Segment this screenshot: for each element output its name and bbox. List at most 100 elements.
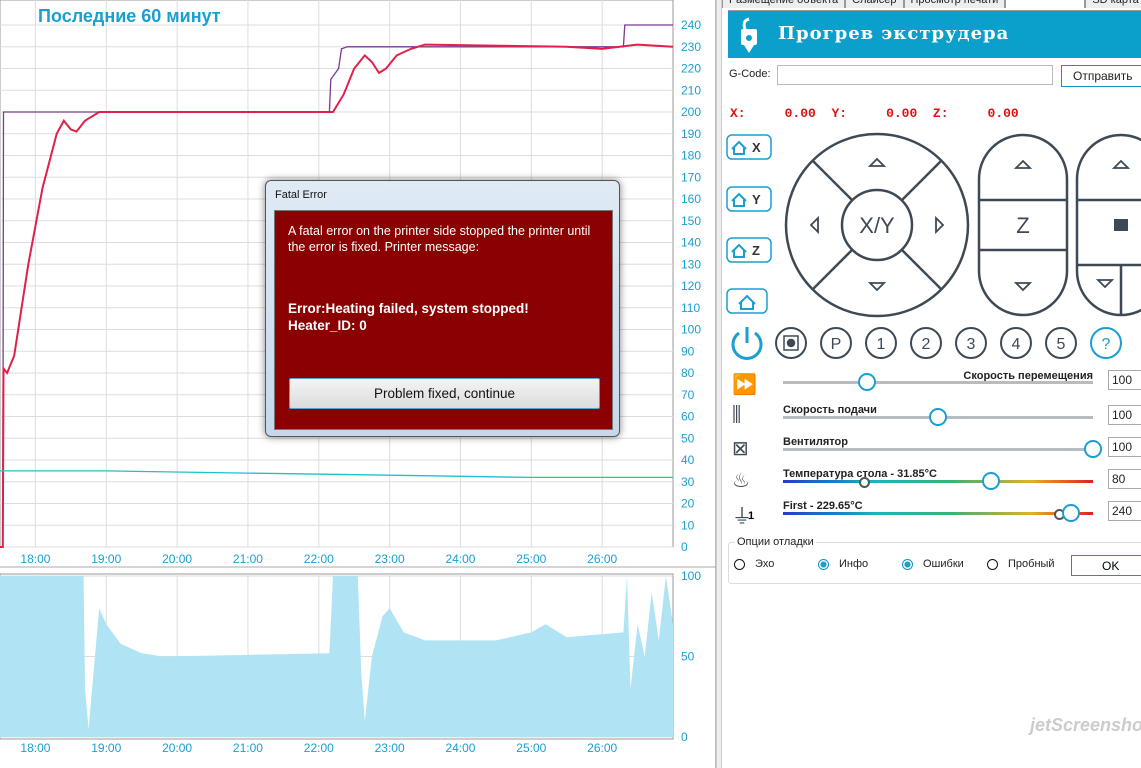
x-tick-label: 24:00 xyxy=(445,552,475,566)
y-tick-label: 120 xyxy=(681,279,701,293)
slider-label: Скорость подачи xyxy=(783,404,877,416)
x-tick-label: 20:00 xyxy=(162,741,192,755)
power-button[interactable] xyxy=(731,327,763,360)
movement-controls: X Y Z X/Y Z P 1 2 3 4 5? xyxy=(726,132,1141,360)
y-tick-label: 20 xyxy=(681,497,695,511)
radio-indicator[interactable] xyxy=(818,558,829,570)
slider-thumb[interactable] xyxy=(857,373,876,391)
watermark-logo: jetScreenshot xyxy=(1030,715,1141,735)
chart-title: Последние 60 минут xyxy=(38,6,221,26)
z-label: Z: xyxy=(932,106,949,121)
slider-row: ⊠ Вентилятор 100 xyxy=(722,434,1141,466)
x-tick-label: 20:00 xyxy=(162,552,192,566)
x-tick-label: 26:00 xyxy=(587,552,617,566)
fatal-error-dialog: Fatal Error A fatal error on the printer… xyxy=(265,180,620,437)
printer-control-panel: Размещение объекта Слайсер Просмотр печа… xyxy=(722,0,1141,768)
problem-fixed-continue-button[interactable]: Problem fixed, continue xyxy=(289,378,600,409)
quick-button-label: 1 xyxy=(877,336,886,353)
slider-track[interactable] xyxy=(783,512,1093,515)
feed-rate-icon: ⫼ xyxy=(732,404,742,426)
quick-button-1[interactable]: 1 xyxy=(865,327,897,359)
y-tick-label: 50 xyxy=(681,431,695,445)
extruder-jog-pad[interactable] xyxy=(1075,133,1141,317)
x-label: X: xyxy=(730,106,746,121)
send-button[interactable]: Отправить xyxy=(1061,65,1141,87)
slider-value-input[interactable]: 100 xyxy=(1108,370,1141,390)
slider-label: Вентилятор xyxy=(783,436,848,448)
tab-object-placement[interactable]: Размещение объекта xyxy=(722,0,846,8)
radio-indicator[interactable] xyxy=(902,558,913,570)
slider-thumb[interactable] xyxy=(929,408,947,426)
debug-option-radio[interactable]: Ошибки xyxy=(902,558,964,570)
tab-printer-control[interactable] xyxy=(1005,0,1086,8)
extruder-index: 1 xyxy=(748,510,755,522)
x-tick-label: 25:00 xyxy=(516,741,546,755)
gcode-input[interactable] xyxy=(777,65,1053,85)
y-tick-label: 160 xyxy=(681,192,701,206)
radio-label: Инфо xyxy=(839,558,869,570)
z-jog-pad[interactable]: Z xyxy=(977,133,1069,317)
slider-track[interactable] xyxy=(783,480,1093,483)
slider-thumb[interactable] xyxy=(981,472,1000,490)
quick-button-P[interactable]: P xyxy=(820,327,852,359)
home-y-button[interactable]: Y xyxy=(726,186,772,212)
quick-button-help[interactable]: ? xyxy=(1090,327,1122,359)
y-tick-label: 100 xyxy=(681,569,701,583)
printer-error-message: Error:Heating failed, system stopped! Hea… xyxy=(288,300,529,334)
tab-slicer[interactable]: Слайсер xyxy=(845,0,904,8)
y-tick-label: 90 xyxy=(681,344,695,358)
slider-value-input[interactable]: 100 xyxy=(1108,437,1141,457)
slider-row: ⫼ Скорость подачи 100 xyxy=(722,402,1141,434)
x-tick-label: 25:00 xyxy=(516,552,546,566)
slider-track[interactable] xyxy=(783,448,1093,451)
slider-value-input[interactable]: 100 xyxy=(1108,405,1141,425)
z-label: Z xyxy=(1016,213,1029,238)
x-value: 0.00 xyxy=(784,106,816,121)
extruder-icon xyxy=(741,17,757,53)
x-tick-label: 18:00 xyxy=(20,741,50,755)
x-tick-label: 21:00 xyxy=(233,741,263,755)
y-tick-label: 170 xyxy=(681,170,701,184)
quick-button-label: ? xyxy=(1102,336,1111,353)
y-tick-label: 200 xyxy=(681,105,701,119)
debug-option-radio[interactable]: Пробный xyxy=(987,558,1055,570)
quick-button-3[interactable]: 3 xyxy=(955,327,987,359)
y-tick-label: 50 xyxy=(681,650,695,664)
panel-header: Прогрев экструдера xyxy=(728,10,1141,58)
y-tick-label: 130 xyxy=(681,257,701,271)
motors-off-button[interactable] xyxy=(775,327,807,359)
home-all-button[interactable] xyxy=(726,288,768,314)
tab-sd-card[interactable]: SD карта xyxy=(1085,0,1141,8)
ok-button[interactable]: OK xyxy=(1071,555,1141,576)
slider-thumb[interactable] xyxy=(1084,440,1102,458)
y-tick-label: 110 xyxy=(681,301,700,315)
xy-jog-pad[interactable]: X/Y xyxy=(784,132,970,318)
debug-option-radio[interactable]: Инфо xyxy=(818,558,868,570)
slider-thumb[interactable] xyxy=(1062,504,1081,522)
x-tick-label: 22:00 xyxy=(304,552,334,566)
y-tick-label: 0 xyxy=(681,730,688,744)
radio-indicator[interactable] xyxy=(987,558,998,570)
x-tick-label: 22:00 xyxy=(304,741,334,755)
home-z-label: Z xyxy=(752,243,760,258)
home-x-button[interactable]: X xyxy=(726,134,772,160)
slider-value-input[interactable]: 80 xyxy=(1108,469,1141,489)
quick-button-4[interactable]: 4 xyxy=(1000,327,1032,359)
home-z-button[interactable]: Z xyxy=(726,237,772,263)
slider-value-input[interactable]: 240 xyxy=(1108,501,1141,521)
quick-button-2[interactable]: 2 xyxy=(910,327,942,359)
radio-label: Пробный xyxy=(1008,558,1055,570)
y-tick-label: 230 xyxy=(681,40,701,54)
y-tick-label: 220 xyxy=(681,62,701,76)
quick-button-5[interactable]: 5 xyxy=(1045,327,1077,359)
slider-track[interactable] xyxy=(783,381,1093,384)
debug-option-radio[interactable]: Эхо xyxy=(734,558,774,570)
x-tick-label: 19:00 xyxy=(91,741,121,755)
radio-indicator[interactable] xyxy=(734,558,745,570)
current-temp-marker xyxy=(858,477,870,488)
dialog-title: Fatal Error xyxy=(275,189,327,201)
x-tick-label: 26:00 xyxy=(587,741,617,755)
error-line: Error:Heating failed, system stopped! xyxy=(288,301,529,316)
home-y-label: Y xyxy=(752,192,761,207)
tab-print-preview[interactable]: Просмотр печати xyxy=(903,0,1006,8)
